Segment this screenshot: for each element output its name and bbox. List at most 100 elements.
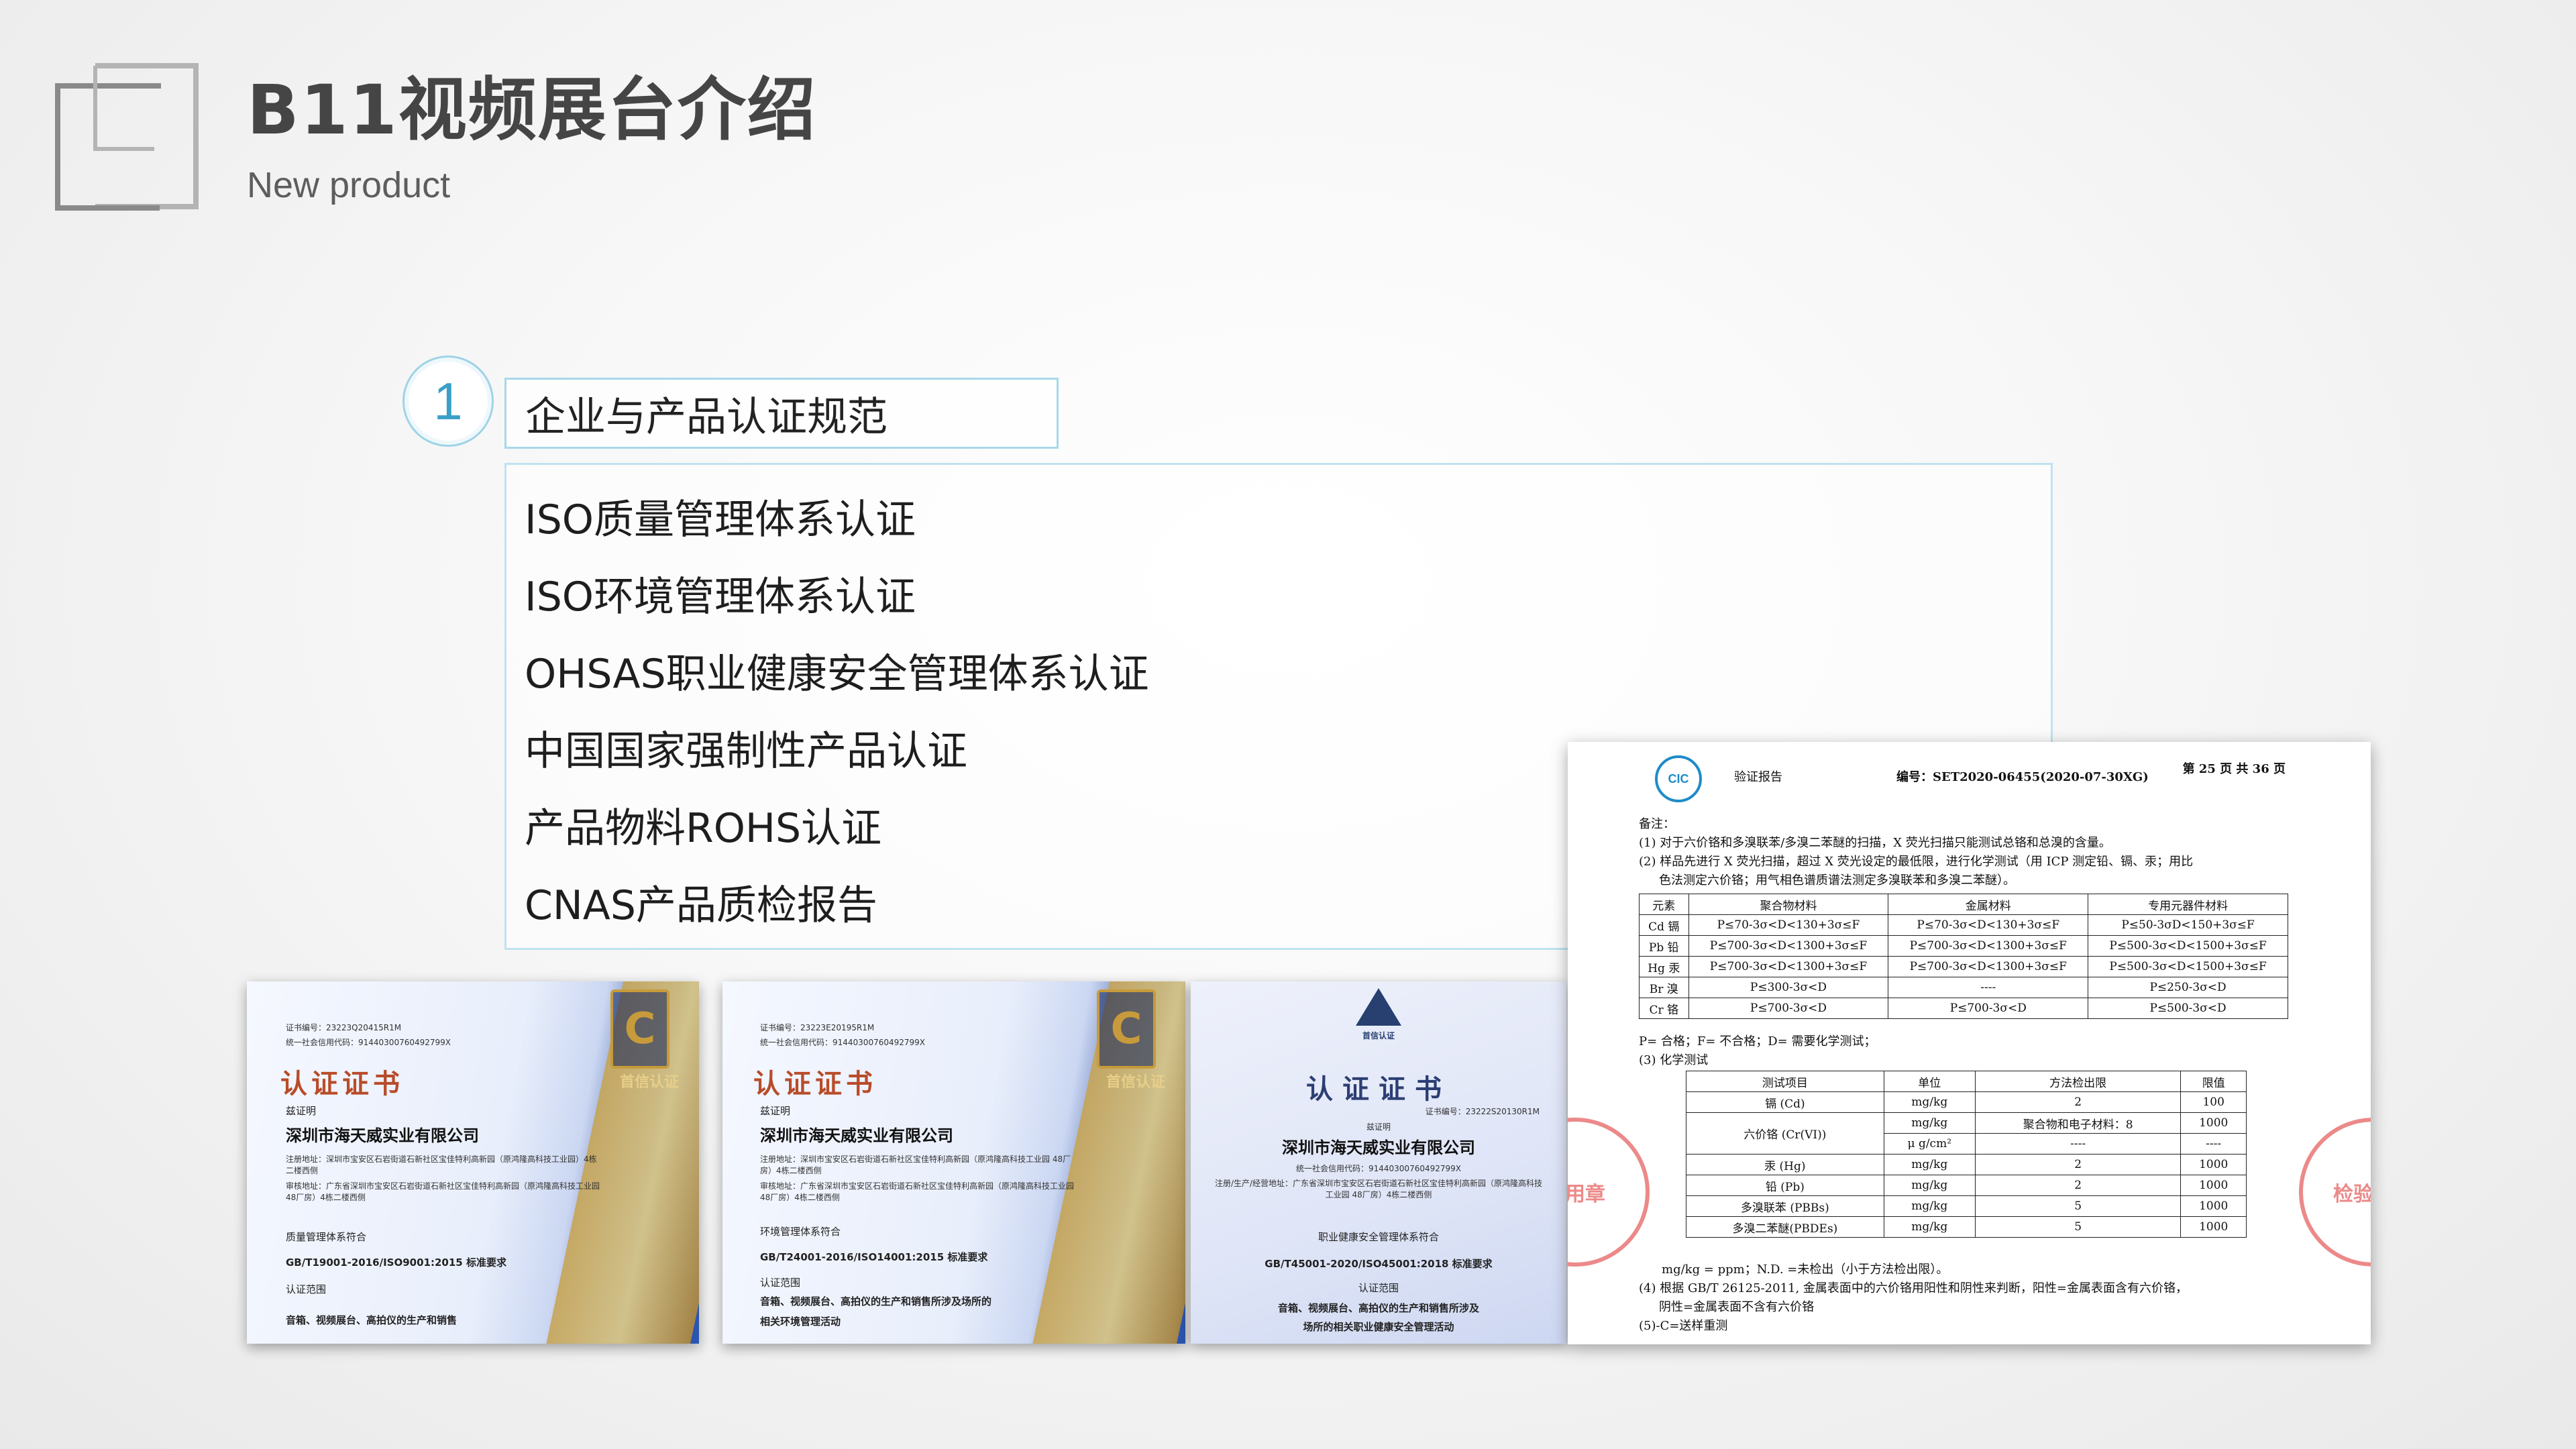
section-heading: 企业与产品认证规范 [504, 378, 1059, 449]
stamp-text: 检验检测 [2333, 1183, 2371, 1206]
table-cell: P≤70-3σ<D<130+3σ≤F [1688, 914, 1889, 936]
table-cell: mg/kg [1883, 1112, 1976, 1134]
note-4b: 阴性=金属表面不含有六价铬 [1659, 1300, 1815, 1314]
table-row: 铅 (Pb) mg/kg 2 1000 [1686, 1175, 2247, 1196]
table-row: 多溴联苯 (PBBs) mg/kg 5 1000 [1686, 1195, 2247, 1217]
credit-code: 统一社会信用代码：91440300760492799X [760, 1038, 926, 1047]
scope-text-2: 相关环境管理活动 [760, 1316, 841, 1328]
scope-label: 认证范围 [286, 1283, 327, 1295]
table-cell: P≤700-3σ<D<1300+3σ≤F [1888, 935, 2089, 957]
registered-address: 注册地址：深圳市宝安区石岩街道石新社区宝佳特利高新园（原鸿隆高科技工业园）4栋二… [286, 1155, 597, 1175]
emblem-label: 首信认证 [1362, 1031, 1395, 1040]
company-name: 深圳市海天威实业有限公司 [286, 1126, 479, 1145]
table-cell: 1000 [2180, 1216, 2247, 1238]
note-4a: (4) 根据 GB/T 26125-2011, 金属表面中的六价铬用阳性和阴性来… [1639, 1281, 2188, 1295]
chemical-test-table: 测试项目 单位 方法检出限 限值 镉 (Cd) mg/kg 2 100 六价铬 … [1686, 1071, 2247, 1238]
table-cell: P≤700-3σ<D<1300+3σ≤F [1688, 935, 1889, 957]
table-header-row: 测试项目 单位 方法检出限 限值 [1686, 1071, 2247, 1092]
standard-text: GB/T24001-2016/ISO14001:2015 标准要求 [760, 1251, 988, 1263]
table-header-cell: 限值 [2180, 1071, 2247, 1092]
report-page: 第 25 页 共 36 页 [2182, 762, 2286, 776]
certificate-confirm: 兹证明 [286, 1105, 317, 1117]
credit-code: 统一社会信用代码：91440300760492799X [1295, 1164, 1461, 1173]
table-cell: mg/kg [1883, 1091, 1976, 1113]
table-header-row: 元素 聚合物材料 金属材料 专用元器件材料 [1639, 894, 2288, 915]
table-row: 多溴二苯醚(PBDEs) mg/kg 5 1000 [1686, 1216, 2247, 1238]
table-row: Pb 铅 P≤700-3σ<D<1300+3σ≤F P≤700-3σ<D<130… [1639, 935, 2288, 957]
credit-code: 统一社会信用代码：91440300760492799X [286, 1038, 451, 1047]
table-cell: μ g/cm² [1883, 1133, 1976, 1155]
audit-address: 审核地址：广东省深圳市宝安区石岩街道石新社区宝佳特利高新园（原鸿隆高科技工业园 … [286, 1181, 600, 1202]
page-subtitle: New product [247, 165, 451, 205]
table-cell: P≤700-3σ<D<1300+3σ≤F [1688, 956, 1889, 977]
table-row: 六价铬 (Cr(VI)) mg/kg 聚合物和电子材料：8 1000 [1686, 1112, 2247, 1155]
table-header-cell: 专用元器件材料 [2088, 894, 2288, 915]
table-cell: Pb 铅 [1639, 935, 1689, 957]
table-cell: P≤250-3σ<D [2088, 977, 2288, 998]
environment-certificate-image: C 首信认证 证书编号：23223E20195R1M 统一社会信用代码：9144… [722, 981, 1185, 1344]
table-cell: P≤70-3σ<D<130+3σ≤F [1888, 914, 2089, 936]
stamp-text: 专用章 [1568, 1183, 1605, 1206]
table-cell: 5 [1974, 1216, 2182, 1238]
table-cell: 2 [1974, 1091, 2182, 1113]
cic-logo-icon: CIC [1655, 755, 1702, 802]
table-cell: mg/kg [1883, 1154, 1976, 1175]
list-item: ISO环境管理体系认证 [525, 574, 916, 621]
system-statement: 环境管理体系符合 [760, 1226, 841, 1238]
certification-emblem-icon: C [1097, 989, 1156, 1069]
table-row: 镉 (Cd) mg/kg 2 100 [1686, 1091, 2247, 1113]
unit-note: mg/kg = ppm；N.D. =未检出（小于方法检出限）。 [1662, 1263, 1949, 1277]
table-header-cell: 测试项目 [1686, 1071, 1884, 1092]
list-item: OHSAS职业健康安全管理体系认证 [525, 651, 1149, 698]
table-cell: 镉 (Cd) [1686, 1091, 1884, 1113]
audit-address: 审核地址：广东省深圳市宝安区石岩街道石新社区宝佳特利高新园（原鸿隆高科技工业园 … [760, 1181, 1075, 1202]
certificate-confirm: 兹证明 [760, 1105, 791, 1117]
list-item: CNAS产品质检报告 [525, 882, 877, 929]
scope-label: 认证范围 [760, 1277, 801, 1289]
table-cell: Cd 镉 [1639, 914, 1689, 936]
table-cell: 多溴联苯 (PBBs) [1686, 1195, 1884, 1217]
table-cell: mg/kg [1883, 1175, 1976, 1196]
table-cell: 5 [1974, 1195, 2182, 1217]
company-name: 深圳市海天威实业有限公司 [760, 1126, 953, 1145]
scope-text: 音箱、视频展台、高拍仪的生产和销售所涉及 [1277, 1302, 1479, 1314]
table-cell: 1000 [2180, 1112, 2247, 1134]
emblem-label: 首信认证 [1106, 1074, 1165, 1091]
section-number-badge: 1 [402, 356, 494, 447]
table-cell: Br 溴 [1639, 977, 1689, 998]
table-row: Br 溴 P≤300-3σ<D ---- P≤250-3σ<D [1639, 977, 2288, 998]
screening-table: 元素 聚合物材料 金属材料 专用元器件材料 Cd 镉 P≤70-3σ<D<130… [1639, 894, 2288, 1019]
table-cell: 1000 [2180, 1154, 2247, 1175]
table-cell: 聚合物和电子材料：8 [1974, 1112, 2182, 1134]
table-cell: 1000 [2180, 1195, 2247, 1217]
list-item: ISO质量管理体系认证 [525, 496, 916, 543]
report-title: 验证报告 [1734, 770, 1782, 784]
certification-list: ISO质量管理体系认证 ISO环境管理体系认证 OHSAS职业健康安全管理体系认… [525, 482, 1149, 945]
table-cell: ---- [2180, 1133, 2247, 1155]
company-name: 深圳市海天威实业有限公司 [1282, 1138, 1475, 1157]
table-header-cell: 聚合物材料 [1688, 894, 1889, 915]
certificate-heading: 认证证书 [753, 1069, 877, 1099]
table-header-cell: 金属材料 [1888, 894, 2089, 915]
quality-certificate-image: C 首信认证 证书编号：23223Q20415R1M 统一社会信用代码：9144… [247, 981, 699, 1344]
table-cell: P≤700-3σ<D [1888, 998, 2089, 1019]
certificate-number: 证书编号：23223Q20415R1M [286, 1023, 402, 1032]
safety-certificate-image: 首信认证 认证证书 证书编号：23222S20130R1M 兹证明 深圳市海天威… [1191, 981, 1566, 1344]
table-header-cell: 方法检出限 [1974, 1071, 2182, 1092]
table-cell: 铅 (Pb) [1686, 1175, 1884, 1196]
table-row: Cd 镉 P≤70-3σ<D<130+3σ≤F P≤70-3σ<D<130+3σ… [1639, 914, 2288, 936]
table-cell: Hg 汞 [1639, 956, 1689, 977]
logo-bracket-icon [55, 63, 199, 211]
table-cell: mg/kg [1883, 1216, 1976, 1238]
notes-label: 备注： [1639, 817, 1675, 831]
certification-logo-icon [1356, 988, 1401, 1026]
emblem-label: 首信认证 [619, 1074, 679, 1091]
table-cell: P≤300-3σ<D [1688, 977, 1889, 998]
list-item: 中国国家强制性产品认证 [525, 728, 967, 775]
red-seal-stamp-left: 专用章 [1568, 1118, 1650, 1267]
certificate-number: 证书编号：23223E20195R1M [760, 1023, 875, 1032]
table-cell: 多溴二苯醚(PBDEs) [1686, 1216, 1884, 1238]
scope-text: 音箱、视频展台、高拍仪的生产和销售所涉及场所的 [760, 1295, 992, 1307]
table-cell: P≤500-3σ<D [2088, 998, 2288, 1019]
table-cell: 汞 (Hg) [1686, 1154, 1884, 1175]
